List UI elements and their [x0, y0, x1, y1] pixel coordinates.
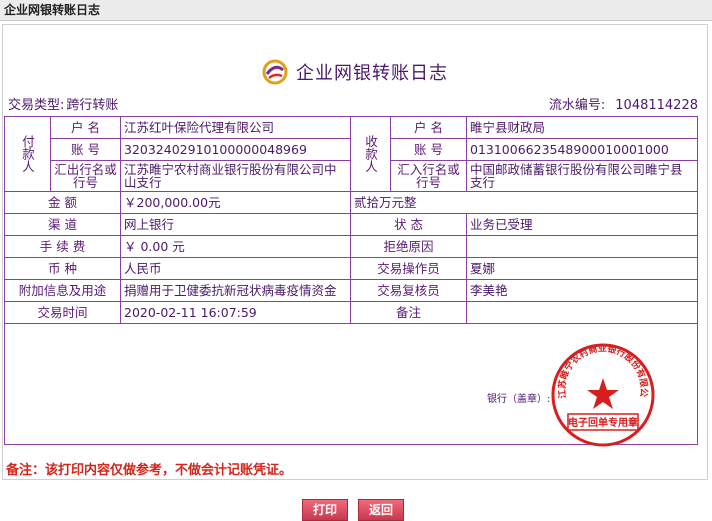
- reject-reason-label: 拒绝原因: [350, 235, 467, 258]
- channel-value: 网上银行: [120, 213, 351, 236]
- status-label: 状 态: [350, 213, 467, 236]
- purpose-value: 捐赠用于卫健委抗新冠状病毒疫情资金: [120, 279, 351, 302]
- status-value: 业务已受理: [466, 213, 698, 236]
- payee-name-value: 睢宁县财政局: [466, 116, 698, 139]
- operator-label: 交易操作员: [350, 257, 467, 280]
- channel-label: 渠 道: [4, 213, 121, 236]
- reviewer-label: 交易复核员: [350, 279, 467, 302]
- payer-account-value: 32032402910100000048969: [120, 138, 351, 161]
- serial-number: 流水编号: 1048114228: [549, 94, 698, 113]
- fee-label: 手 续 费: [4, 235, 121, 258]
- print-button[interactable]: 打印: [302, 499, 349, 521]
- bank-stamp-seal: 江苏睢宁农村商业银行股份有限公司 电子回单专用章: [548, 340, 655, 447]
- currency-value: 人民币: [120, 257, 351, 280]
- bank-logo-icon: [262, 59, 288, 85]
- currency-row: 币 种 人民币 交易操作员 夏娜: [4, 257, 698, 280]
- amount-label: 金 额: [4, 191, 121, 214]
- purpose-label: 附加信息及用途: [4, 279, 121, 302]
- payer-account-label: 账 号: [50, 138, 121, 161]
- time-row: 交易时间 2020-02-11 16:07:59 备注: [4, 301, 698, 324]
- remark-label: 备注: [350, 301, 467, 324]
- payee-group-label: 收款人: [363, 135, 378, 173]
- channel-row: 渠 道 网上银行 状 态 业务已受理: [4, 213, 698, 236]
- disclaimer-note: 备注：该打印内容仅做参考，不做会计记账凭证。: [6, 463, 293, 478]
- transaction-type: 交易类型: 跨行转账: [8, 94, 118, 113]
- purpose-row: 附加信息及用途 捐赠用于卫健委抗新冠状病毒疫情资金 交易复核员 李美艳: [4, 279, 698, 302]
- time-value: 2020-02-11 16:07:59: [120, 301, 351, 324]
- amount-in-words: 贰拾万元整: [350, 191, 698, 214]
- transaction-type-label: 交易类型:: [8, 98, 65, 113]
- transaction-type-value: 跨行转账: [66, 98, 119, 113]
- payer-group-cell: 付款人: [4, 116, 51, 192]
- payer-name-row: 付款人 户 名 江苏红叶保险代理有限公司 收款人 户 名 睢宁县财政局: [4, 116, 698, 192]
- document-heading: 企业网银转账日志: [262, 59, 448, 85]
- payee-name-label: 户 名: [390, 116, 467, 139]
- payee-account-value: 0131006623548900010001000: [466, 138, 698, 161]
- payee-bank-value: 中国邮政储蓄银行股份有限公司睢宁县支行: [466, 160, 698, 192]
- payer-name-value: 江苏红叶保险代理有限公司: [120, 116, 351, 139]
- window-title: 企业网银转账日志: [0, 0, 712, 21]
- fee-value: ￥ 0.00 元: [120, 235, 351, 258]
- payee-bank-label: 汇入行名或行号: [390, 160, 467, 192]
- serial-number-label: 流水编号:: [548, 98, 606, 113]
- amount-value: ￥200,000.00元: [120, 191, 351, 214]
- reviewer-value: 李美艳: [466, 279, 698, 302]
- currency-label: 币 种: [4, 257, 121, 280]
- payer-bank-value: 江苏睢宁农村商业银行股份有限公司中山支行: [120, 160, 351, 192]
- svg-text:电子回单专用章: 电子回单专用章: [568, 416, 638, 429]
- payee-group-cell: 收款人: [350, 116, 391, 192]
- time-label: 交易时间: [4, 301, 121, 324]
- serial-number-value: 1048114228: [615, 98, 698, 113]
- reject-reason-value: [466, 235, 698, 258]
- bank-seal-label: 银行（盖章）:: [487, 394, 551, 405]
- payee-account-label: 账 号: [390, 138, 467, 161]
- page-title: 企业网银转账日志: [296, 63, 448, 84]
- amount-row: 金 额 ￥200,000.00元 贰拾万元整: [4, 191, 698, 214]
- payer-bank-label: 汇出行名或行号: [50, 160, 121, 192]
- payer-name-label: 户 名: [50, 116, 121, 139]
- action-buttons: 打印 返回: [302, 499, 405, 521]
- fee-row: 手 续 费 ￥ 0.00 元 拒绝原因: [4, 235, 698, 258]
- remark-value: [466, 301, 698, 324]
- back-button[interactable]: 返回: [358, 499, 405, 521]
- payer-group-label: 付款人: [20, 135, 35, 173]
- operator-value: 夏娜: [466, 257, 698, 280]
